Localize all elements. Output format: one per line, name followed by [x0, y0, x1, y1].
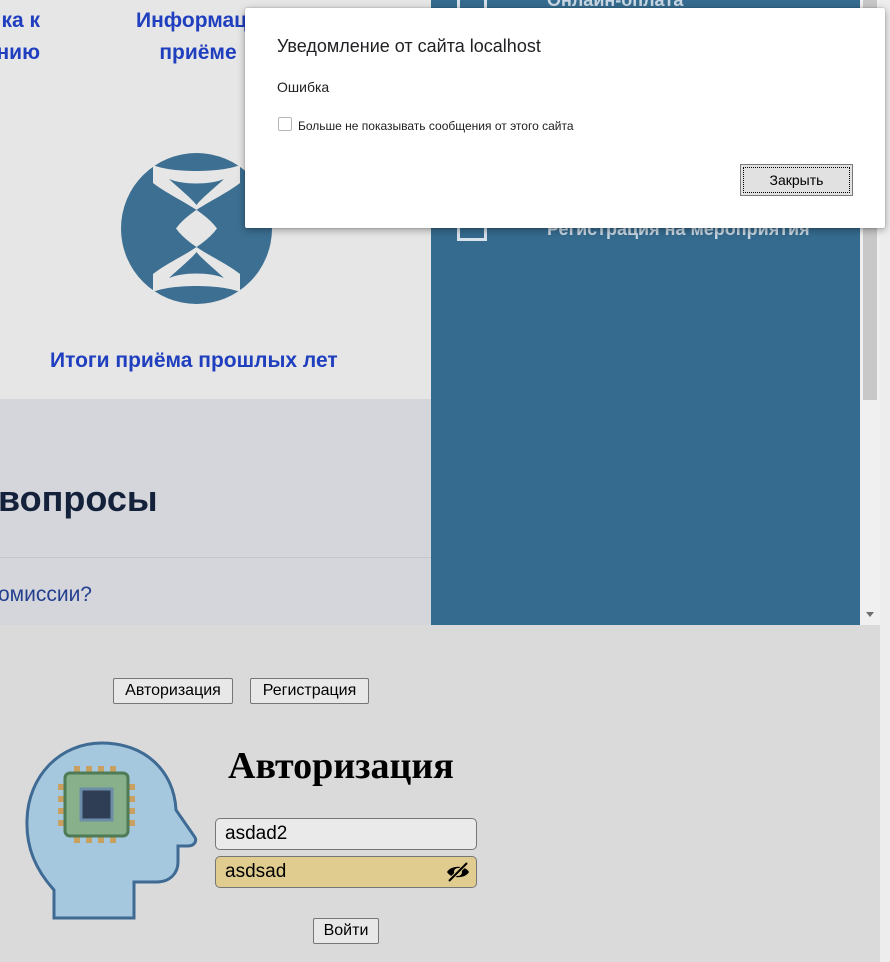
scroll-down-arrow-icon[interactable] — [866, 612, 874, 617]
results-link[interactable]: Итоги приёма прошлых лет — [50, 349, 338, 373]
suppress-dialogs-checkbox[interactable] — [278, 117, 292, 131]
dialog-title: Уведомление от сайта localhost — [277, 36, 541, 56]
top-link-admission-rules-line2: нию — [0, 41, 40, 64]
faq-divider — [0, 557, 431, 558]
tab-registration-button[interactable]: Регистрация — [250, 678, 369, 704]
alert-dialog: Уведомление от сайта localhost Ошибка Бо… — [245, 8, 885, 228]
password-input[interactable] — [215, 856, 477, 888]
login-submit-button[interactable]: Войти — [313, 918, 379, 944]
dialog-close-button[interactable]: Закрыть — [740, 164, 853, 196]
login-input[interactable] — [215, 818, 477, 850]
eye-slash-icon[interactable] — [446, 861, 470, 883]
tab-authorization-button[interactable]: Авторизация — [113, 678, 233, 704]
head-chip-icon — [25, 741, 198, 920]
top-link-admission-rules-line1: ка к — [1, 9, 40, 32]
auth-title: Авторизация — [228, 745, 454, 787]
top-link-admission-rules[interactable]: ка к нию — [0, 5, 40, 69]
faq-title: вопросы — [0, 478, 158, 519]
suppress-dialogs-label[interactable]: Больше не показывать сообщения от этого … — [298, 119, 574, 133]
dialog-message: Ошибка — [277, 79, 330, 95]
faq-question[interactable]: омиссии? — [0, 583, 92, 607]
